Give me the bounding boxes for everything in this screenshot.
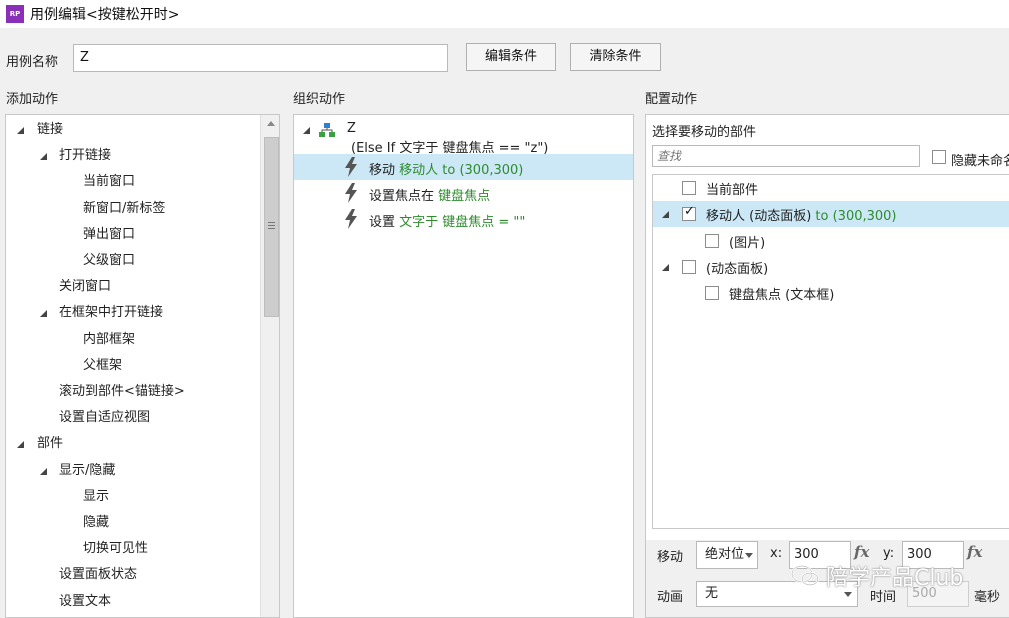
expand-toggle-icon[interactable]	[40, 467, 47, 475]
add-action-item[interactable]: 隐藏	[83, 510, 109, 536]
widget-label: (动态面板)	[706, 261, 769, 277]
add-action-item[interactable]: 关闭窗口	[59, 274, 111, 300]
select-widget-label: 选择要移动的部件	[652, 125, 757, 140]
action-verb: 设置焦点在	[369, 189, 439, 204]
widget-checkbox[interactable]	[682, 204, 696, 222]
organize-action-heading: 组织动作	[293, 92, 346, 107]
organize-action-panel: Z (Else If 文字于 键盘焦点 == "z") 移动 移动人 to (3…	[293, 114, 634, 618]
widget-tree: 当前部件移动人 (动态面板) to (300,300) (图片) (动态面板) 键盘焦…	[652, 174, 1009, 529]
add-action-item[interactable]: 显示	[83, 484, 109, 510]
configure-action-heading: 配置动作	[645, 92, 698, 107]
add-action-item[interactable]: 新窗口/新标签	[83, 196, 165, 222]
action-detail: 键盘焦点	[438, 189, 491, 204]
add-action-item[interactable]: 父级窗口	[83, 248, 135, 274]
add-action-item[interactable]: 设置面板状态	[59, 562, 137, 588]
lightning-icon	[345, 209, 357, 229]
widget-row[interactable]: (图片)	[653, 228, 1009, 254]
move-label: 移动	[657, 550, 684, 565]
widget-checkbox[interactable]	[682, 259, 696, 274]
chevron-down-icon	[745, 553, 753, 558]
case-collapse-toggle-icon[interactable]	[303, 127, 310, 134]
y-fx-button[interactable]: fx	[967, 543, 982, 561]
add-action-scrollbar[interactable]	[260, 115, 279, 617]
window-title: 用例编辑<按键松开时>	[30, 7, 180, 23]
add-action-item[interactable]: 内部框架	[83, 327, 135, 353]
expand-toggle-icon[interactable]	[40, 310, 47, 318]
add-action-item[interactable]: 打开链接	[59, 143, 111, 169]
add-action-item[interactable]: 滚动到部件<锚链接>	[59, 379, 185, 405]
widget-row[interactable]: 移动人 (动态面板) to (300,300)	[653, 201, 1009, 228]
widget-move-detail: to (300,300)	[811, 209, 897, 225]
widget-search-input[interactable]	[652, 145, 920, 167]
animation-value: 无	[705, 586, 719, 601]
title-bar: RP 用例编辑<按键松开时>	[0, 0, 1009, 28]
hide-unnamed-label: 隐藏未命名	[951, 154, 1009, 169]
add-action-item[interactable]: 部件	[37, 431, 63, 457]
add-action-item[interactable]: 弹出窗口	[83, 222, 135, 248]
clear-condition-button[interactable]: 清除条件	[570, 43, 661, 71]
watermark-text: 陪学产品Club	[826, 566, 964, 591]
expand-toggle-icon[interactable]	[17, 441, 24, 449]
action-verb: 移动	[369, 163, 400, 178]
add-action-item[interactable]: 切换可见性	[83, 536, 148, 562]
lightning-icon	[345, 183, 357, 203]
move-mode-select[interactable]: 绝对位	[696, 541, 758, 569]
widget-row[interactable]: 当前部件	[653, 175, 1009, 201]
action-detail: 移动人 to (300,300)	[399, 163, 524, 178]
add-action-item[interactable]: 父框架	[83, 353, 122, 379]
animation-label: 动画	[657, 590, 684, 605]
add-action-item[interactable]: 当前窗口	[83, 169, 135, 195]
wechat-icon	[791, 565, 819, 586]
add-action-item[interactable]: 链接	[37, 117, 63, 143]
widget-checkbox[interactable]	[705, 286, 719, 301]
expand-toggle-icon[interactable]	[17, 127, 24, 134]
expand-toggle-icon[interactable]	[662, 211, 669, 219]
expand-toggle-icon[interactable]	[662, 263, 669, 271]
widget-label: 键盘焦点 (文本框)	[729, 288, 835, 304]
scroll-thumb[interactable]	[264, 137, 279, 317]
expand-toggle-icon[interactable]	[40, 153, 47, 161]
widget-label: 移动人 (动态面板)	[706, 209, 812, 225]
add-action-panel: 链接 打开链接 当前窗口 新窗口/新标签 弹出窗口 父级窗口 关闭窗口 在框架中打开链接 内部框…	[5, 114, 280, 618]
case-icon	[319, 123, 335, 137]
app-icon: RP	[6, 5, 24, 23]
x-label: x:	[770, 546, 783, 561]
scroll-up-arrow-icon[interactable]	[267, 121, 275, 126]
widget-label: (图片)	[729, 235, 766, 251]
widget-row[interactable]: 键盘焦点 (文本框)	[653, 280, 1009, 306]
add-action-item[interactable]: 显示/隐藏	[59, 458, 115, 484]
action-row[interactable]: 移动 移动人 to (300,300)	[294, 154, 633, 180]
watermark: 陪学产品Club	[790, 560, 963, 592]
chevron-down-icon	[844, 592, 852, 597]
configure-action-panel: 选择要移动的部件 隐藏未命名 当前部件移动人 (动态面板) to (300,30…	[645, 114, 1009, 618]
action-row[interactable]: 设置焦点在 键盘焦点	[294, 180, 633, 206]
case-name-input[interactable]: Z	[73, 44, 448, 72]
add-action-item[interactable]: 设置文本	[59, 589, 111, 615]
time-unit: 毫秒	[974, 590, 1001, 605]
case-name-label: 用例名称	[6, 55, 59, 70]
widget-row[interactable]: (动态面板)	[653, 254, 1009, 280]
add-action-item[interactable]: 在框架中打开链接	[59, 300, 163, 326]
y-label: y:	[883, 546, 895, 561]
action-row[interactable]: 设置 文字于 键盘焦点 = ""	[294, 206, 633, 232]
widget-label: 当前部件	[706, 183, 759, 198]
widget-checkbox[interactable]	[682, 181, 696, 195]
widget-checkbox[interactable]	[705, 233, 719, 248]
case-title[interactable]: Z	[347, 121, 356, 136]
hide-unnamed-checkbox[interactable]	[932, 150, 946, 164]
action-verb: 设置	[369, 215, 400, 230]
add-action-item[interactable]: 设置自适应视图	[59, 405, 150, 431]
edit-condition-button[interactable]: 编辑条件	[466, 43, 556, 71]
lightning-icon	[345, 157, 357, 177]
action-detail: 文字于 键盘焦点 = ""	[399, 215, 526, 230]
x-fx-button[interactable]: fx	[854, 543, 869, 561]
move-mode-value: 绝对位	[705, 547, 745, 562]
add-action-heading: 添加动作	[6, 92, 59, 107]
